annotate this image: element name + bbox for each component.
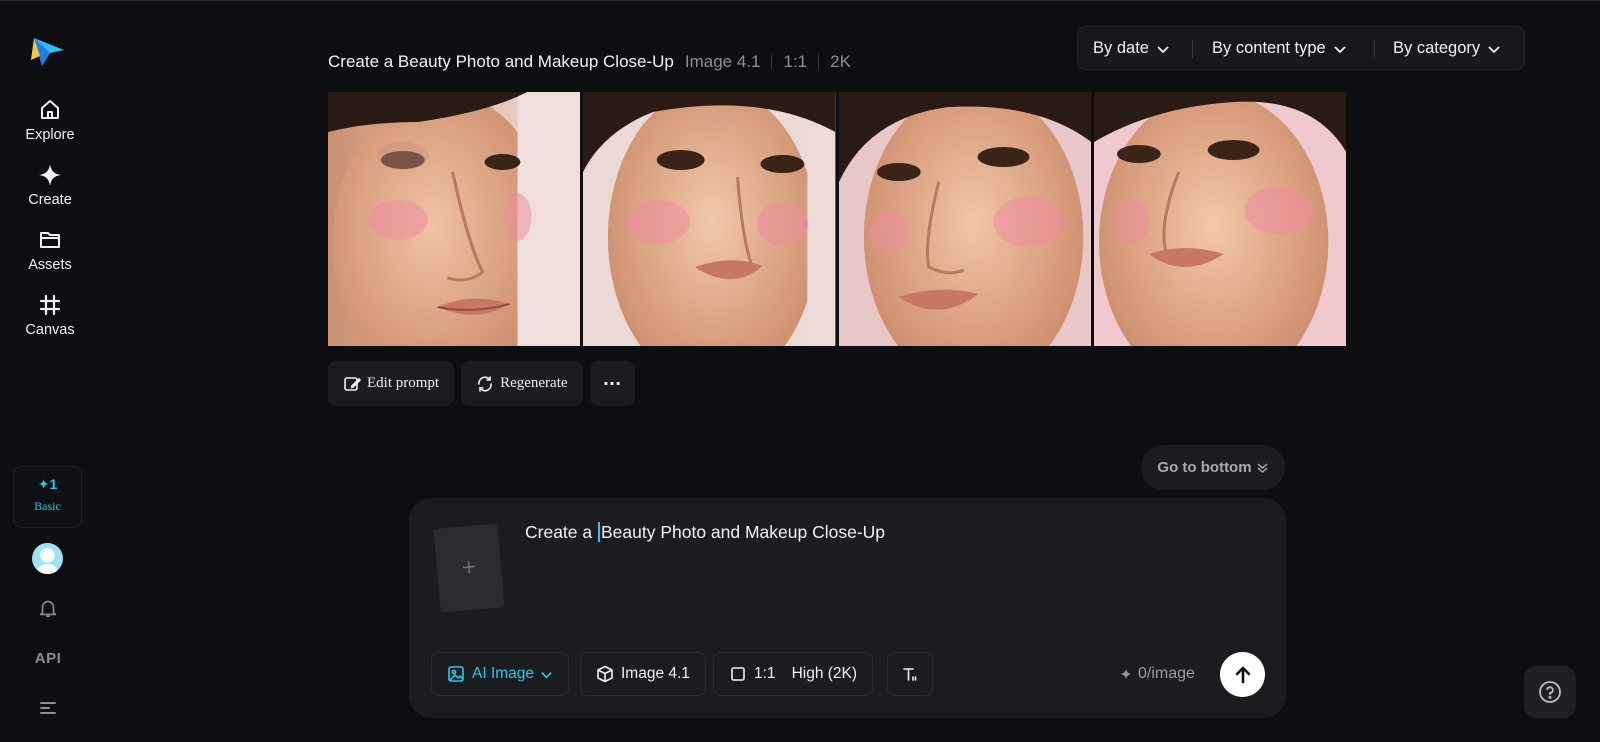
portrait-image [583,92,836,346]
chevron-down-icon [541,671,552,678]
filter-by-date[interactable]: By date [1093,39,1170,58]
filter-by-date-label: By date [1093,39,1149,57]
prompt-composer: + Create a Beauty Photo and Makeup Close… [409,498,1286,718]
help-button[interactable] [1524,666,1576,718]
cost-label: 0/image [1138,665,1195,682]
portrait-image [838,92,1091,346]
generation-cost: 0/image [1120,665,1195,683]
result-resolution: 2K [830,52,851,71]
nav-explore-label: Explore [25,127,75,143]
filter-divider [1192,40,1193,58]
cube-icon [597,665,613,683]
chevron-down-icon [1157,45,1169,53]
home-icon [41,100,59,119]
plan-credits-box[interactable]: ✦1 Basic [13,466,82,528]
result-model: Image 4.1 [684,52,761,71]
app-logo[interactable] [30,36,66,68]
nav-explore[interactable]: Explore [10,98,90,154]
nav-create-label: Create [28,192,72,208]
arrow-up-icon [1235,666,1250,683]
model-select[interactable]: Image 4.1 [580,652,706,696]
prompt-text-before-caret: Create a [525,522,597,542]
mode-label: AI Image [472,665,535,682]
sidebar: Explore Create Assets Canvas ✦1 Basic AP… [0,0,100,742]
nav-assets[interactable]: Assets [10,228,90,284]
plus-icon: + [460,553,478,582]
top-border [0,0,1600,1]
folder-icon [40,232,60,248]
sparkle-icon [1120,668,1132,680]
sparkle-icon [39,164,61,186]
text-caret [597,522,600,542]
result-image-2[interactable] [583,92,836,346]
ratio-label: 1:1 [754,665,776,682]
chevron-down-icon [1488,45,1500,53]
result-actions: Edit prompt Regenerate ··· [328,361,635,406]
plan-tier: Basic [34,499,61,513]
filter-by-category-label: By category [1393,39,1481,57]
filter-bar: By date By content type By category [1077,26,1525,70]
chevron-down-icon [1334,45,1346,53]
api-link[interactable]: API [30,644,66,672]
result-title: Create a Beauty Photo and Makeup Close-U… [328,52,674,71]
grid-hash-icon [39,294,61,316]
go-to-bottom-label: Go to bottom [1157,459,1252,476]
nav-assets-label: Assets [28,257,72,273]
result-image-3[interactable] [838,92,1091,346]
notifications-button[interactable] [30,594,66,622]
result-image-4[interactable] [1093,92,1346,346]
meta-divider [771,55,773,69]
filter-by-content-type[interactable]: By content type [1212,39,1347,58]
portrait-image [328,92,581,346]
more-options-button[interactable]: ··· [589,361,635,406]
image-icon [448,666,464,682]
text-format-icon [903,668,917,681]
filter-by-content-type-label: By content type [1212,39,1326,57]
question-circle-icon [1539,681,1561,703]
nav-canvas[interactable]: Canvas [10,293,90,349]
portrait-image [1093,92,1346,346]
nav-create[interactable]: Create [10,163,90,219]
menu-icon [40,702,56,714]
refresh-icon [478,375,492,392]
bell-icon [39,600,57,618]
model-label: Image 4.1 [621,665,690,682]
ratio-quality-select[interactable]: 1:1 High (2K) [713,652,874,696]
meta-divider [818,55,820,69]
avatar[interactable] [32,543,63,574]
add-reference-image-button[interactable]: + [433,523,505,613]
quality-label: High (2K) [791,665,858,682]
menu-button[interactable] [30,694,66,722]
prompt-input[interactable]: Create a Beauty Photo and Makeup Close-U… [525,522,885,543]
api-label: API [34,649,62,667]
square-ratio-icon [731,667,745,681]
result-gallery [328,92,1346,346]
edit-prompt-button[interactable]: Edit prompt [328,361,455,406]
edit-icon [344,376,361,391]
generate-send-button[interactable] [1220,652,1265,697]
result-header: Create a Beauty Photo and Makeup Close-U… [328,52,851,72]
result-image-1[interactable] [328,92,581,346]
filter-by-category[interactable]: By category [1393,39,1501,58]
credits-count: ✦1 [37,476,58,492]
double-chevron-down-icon [1257,463,1268,474]
text-style-button[interactable] [887,652,933,696]
more-dots-icon: ··· [602,374,622,393]
mode-select-ai-image[interactable]: AI Image [431,652,570,696]
nav-canvas-label: Canvas [25,322,75,338]
avatar-person-icon [37,549,58,574]
edit-prompt-label: Edit prompt [367,375,440,391]
prompt-text-after-caret: Beauty Photo and Makeup Close-Up [600,522,886,542]
regenerate-button[interactable]: Regenerate [461,361,583,406]
regenerate-label: Regenerate [500,375,568,391]
result-ratio: 1:1 [783,52,808,71]
filter-divider [1374,40,1375,58]
go-to-bottom-button[interactable]: Go to bottom [1141,445,1285,490]
